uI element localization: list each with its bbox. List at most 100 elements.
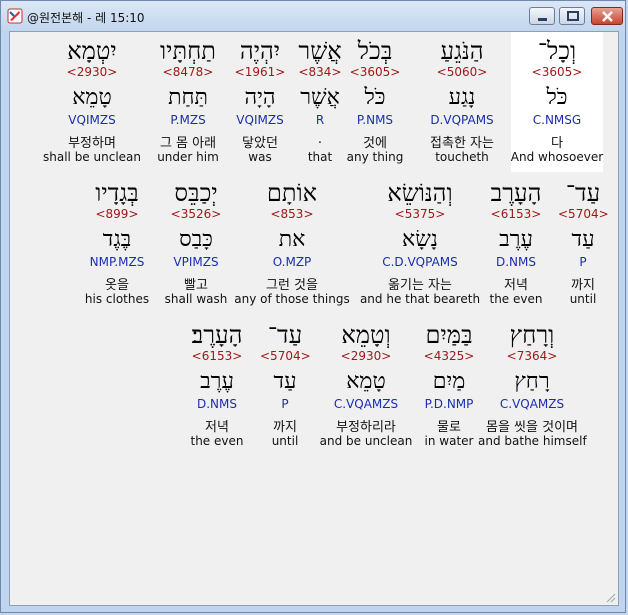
english-gloss: shall be unclean bbox=[43, 150, 141, 164]
strong-number[interactable]: <6153> bbox=[184, 349, 250, 363]
strong-number[interactable]: <6153> bbox=[484, 207, 548, 221]
strong-number[interactable]: <4325> bbox=[412, 349, 486, 363]
word-card[interactable]: הַנֹּגֵעַ <5060> נָגַע D.VQPAMS 접촉한 자는 t… bbox=[416, 32, 508, 172]
strong-number[interactable]: <899> bbox=[82, 207, 152, 221]
word-card[interactable]: יְכַבֵּס <3526> כָּבַס VPIMZS 빨고 shall w… bbox=[162, 174, 230, 314]
lemma-word: עַד bbox=[571, 227, 595, 252]
strong-number[interactable]: <5060> bbox=[416, 65, 508, 79]
morphology-code: C.VQAMZS bbox=[333, 397, 399, 411]
hebrew-word: וְטָמֵא bbox=[341, 321, 391, 349]
word-card[interactable]: עַד־ <5704> עַד P 까지 until bbox=[260, 316, 311, 456]
hebrew-word: וְכָל־ bbox=[537, 37, 577, 65]
hebrew-word: תַחְתָּיו bbox=[160, 37, 216, 65]
word-card[interactable]: אוֹתָם <853> את O.MZP 그런 것을 any of those… bbox=[234, 174, 349, 314]
hebrew-word: יִהְיֶה bbox=[239, 37, 281, 65]
word-card[interactable]: וְכָל־ <3605> כֹּל C.NMSG 다 And whosoeve… bbox=[511, 32, 603, 172]
morphology-code: VPIMZS bbox=[173, 255, 219, 269]
word-card[interactable]: תַחְתָּיו <8478> תַּחַת P.MZS 그 몸 아래 und… bbox=[148, 32, 228, 172]
maximize-icon bbox=[567, 11, 579, 21]
morphology-code: P.MZS bbox=[170, 113, 206, 127]
morphology-code: VQIMZS bbox=[236, 113, 284, 127]
lemma-word: עֶרֶב bbox=[499, 227, 533, 252]
korean-gloss: 그런 것을 bbox=[266, 278, 318, 293]
strong-number[interactable]: <3605> bbox=[511, 65, 603, 79]
korean-gloss: 저녁 bbox=[205, 420, 229, 435]
hebrew-word: יִטְמָא bbox=[67, 37, 117, 65]
word-card[interactable]: וְטָמֵא <2930> טָמֵא C.VQAMZS 부정하리라 and … bbox=[320, 316, 413, 456]
interlinear-panel[interactable]: וְכָל־ <3605> כֹּל C.NMSG 다 And whosoeve… bbox=[9, 31, 619, 606]
strong-number[interactable]: <2930> bbox=[47, 65, 137, 79]
strong-number[interactable]: <1961> bbox=[230, 65, 290, 79]
hebrew-word: וְהַנּוֹשֵׂא bbox=[387, 179, 453, 207]
morphology-code: C.VQAMZS bbox=[499, 397, 565, 411]
hebrew-word: עַד־ bbox=[565, 179, 601, 207]
lemma-word: מַיִם bbox=[432, 369, 466, 394]
morphology-code: D.NMS bbox=[495, 255, 536, 269]
lemma-word: טָמֵא bbox=[346, 369, 386, 394]
lemma-word: רָחַץ bbox=[514, 369, 550, 394]
morphology-code: C.D.VQPAMS bbox=[382, 255, 458, 269]
hebrew-word: וְרָחַץ bbox=[509, 321, 555, 349]
lemma-word: את bbox=[278, 227, 306, 252]
strong-number[interactable]: <7364> bbox=[492, 349, 572, 363]
minimize-icon bbox=[538, 18, 547, 21]
hebrew-word: בְּכֹל bbox=[357, 37, 393, 65]
korean-gloss: 부정하리라 bbox=[336, 420, 396, 435]
lemma-word: אֲשֶׁר bbox=[300, 85, 340, 110]
morphology-code: C.NMSG bbox=[532, 113, 582, 127]
word-card[interactable]: וְרָחַץ <7364> רָחַץ C.VQAMZS 몸을 씻을 것이며 … bbox=[478, 316, 587, 456]
word-card[interactable]: וְהַנּוֹשֵׂא <5375> נָשָׂא C.D.VQPAMS 옮기… bbox=[360, 174, 480, 314]
strong-number[interactable]: <834> bbox=[292, 65, 348, 79]
resize-grip-icon[interactable] bbox=[604, 591, 616, 603]
morphology-code: P.D.NMP bbox=[424, 397, 474, 411]
word-card[interactable]: יִטְמָא <2930> טָמֵא VQIMZS 부정하며 shall b… bbox=[43, 32, 141, 172]
hebrew-word: בְּגָדָיו bbox=[95, 179, 139, 207]
word-card[interactable]: עַד־ <5704> עַד P 까지 until bbox=[558, 174, 609, 314]
close-icon bbox=[602, 11, 613, 22]
word-card[interactable]: הָעָרֶב׃ <6153> עֶרֶב D.NMS 저녁 the even bbox=[184, 316, 250, 456]
korean-gloss: 까지 bbox=[273, 420, 297, 435]
hebrew-word: הָעָרֶב׃ bbox=[191, 321, 243, 349]
morphology-code: P bbox=[579, 255, 587, 269]
english-gloss: his clothes bbox=[84, 292, 150, 306]
word-card[interactable]: בְּגָדָיו <899> בֶּגֶד NMP.MZS 옷을 his cl… bbox=[82, 174, 152, 314]
english-gloss: any of those things bbox=[234, 292, 350, 306]
english-gloss: the even bbox=[190, 434, 244, 448]
hebrew-word: יְכַבֵּס bbox=[174, 179, 218, 207]
strong-number[interactable]: <3605> bbox=[337, 65, 413, 79]
lemma-word: בֶּגֶד bbox=[102, 227, 132, 252]
maximize-button[interactable] bbox=[559, 7, 585, 25]
close-button[interactable] bbox=[591, 7, 623, 25]
strong-number[interactable]: <5704> bbox=[558, 207, 609, 221]
hebrew-word: הַנֹּגֵעַ bbox=[440, 37, 484, 65]
lemma-word: נָגַע bbox=[448, 85, 476, 110]
hebrew-word: הָעָרֶב bbox=[490, 179, 542, 207]
lemma-word: כֹּל bbox=[364, 85, 386, 110]
title-bar[interactable]: @원전본해 - 레 15:10 bbox=[1, 1, 625, 31]
morphology-code: P bbox=[281, 397, 289, 411]
strong-number[interactable]: <853> bbox=[242, 207, 342, 221]
korean-gloss: 옷을 bbox=[105, 278, 129, 293]
word-card[interactable]: הָעָרֶב <6153> עֶרֶב D.NMS 저녁 the even bbox=[484, 174, 548, 314]
morphology-code: P.NMS bbox=[356, 113, 394, 127]
lemma-word: תַּחַת bbox=[168, 85, 208, 110]
hebrew-word: עַד־ bbox=[267, 321, 303, 349]
strong-number[interactable]: <2930> bbox=[322, 349, 410, 363]
morphology-code: D.VQPAMS bbox=[430, 113, 494, 127]
strong-number[interactable]: <3526> bbox=[162, 207, 230, 221]
strong-number[interactable]: <8478> bbox=[148, 65, 228, 79]
bible-app-icon[interactable] bbox=[7, 8, 23, 24]
morphology-code: D.NMS bbox=[196, 397, 237, 411]
morphology-code: VQIMZS bbox=[68, 113, 116, 127]
morphology-code: NMP.MZS bbox=[89, 255, 145, 269]
strong-number[interactable]: <5704> bbox=[260, 349, 311, 363]
korean-gloss: 빨고 bbox=[184, 278, 208, 293]
hebrew-word: אֲשֶׁר bbox=[298, 37, 342, 65]
korean-gloss: 저녁 bbox=[504, 278, 528, 293]
strong-number[interactable]: <5375> bbox=[370, 207, 470, 221]
korean-gloss: 옮기는 자는 bbox=[388, 278, 452, 293]
app-window: @원전본해 - 레 15:10 וְכָל־ <3605> כֹּל C.NMS… bbox=[0, 0, 626, 613]
korean-gloss: 그 몸 아래 bbox=[159, 136, 217, 151]
minimize-button[interactable] bbox=[529, 7, 555, 25]
korean-gloss: 부정하며 bbox=[68, 136, 116, 151]
